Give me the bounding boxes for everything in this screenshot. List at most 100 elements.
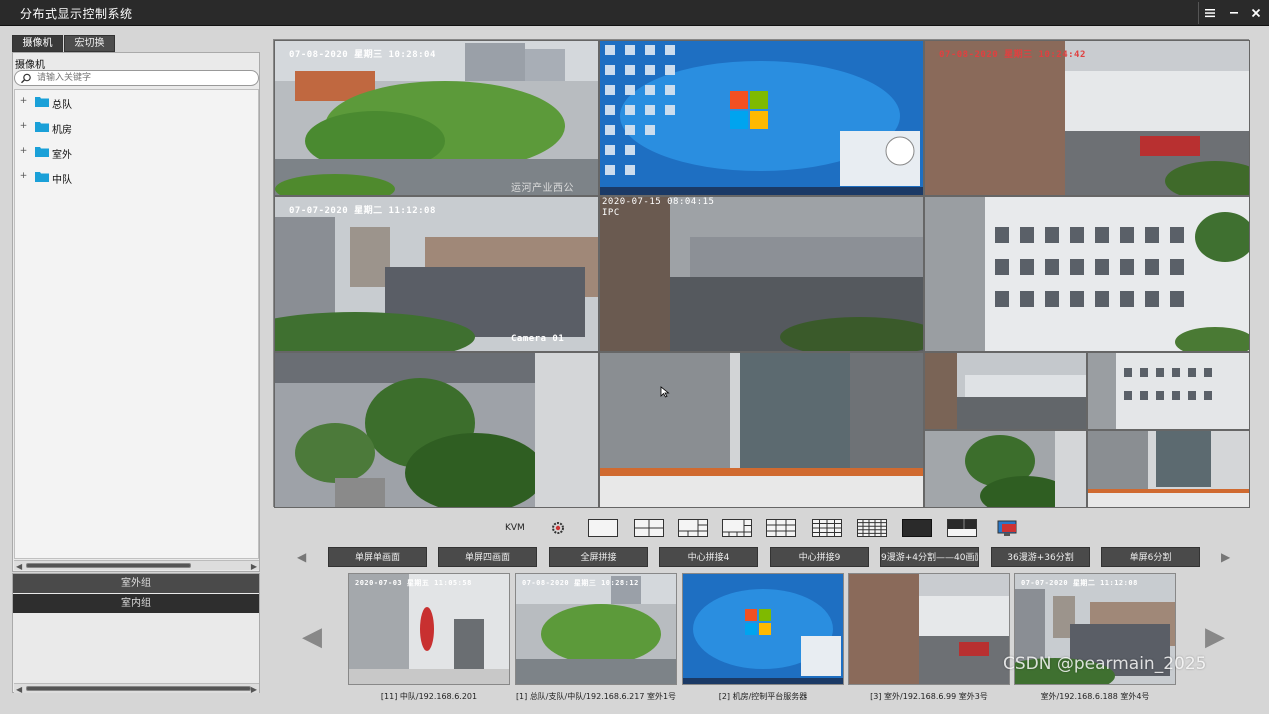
- scroll-left-icon[interactable]: ◀: [16, 562, 22, 571]
- video-cell-5[interactable]: 2020-07-15 08:04:15 IPC: [599, 196, 924, 352]
- tree-item-label: 总队: [52, 100, 72, 111]
- thumbs-next-icon[interactable]: ▶: [1205, 622, 1225, 652]
- thumbnail-osd: 2020-07-03 星期五 11:05:58: [355, 579, 472, 587]
- mode-next-icon[interactable]: ▶: [1221, 550, 1230, 564]
- camera-feed-image: [275, 41, 598, 195]
- expand-icon[interactable]: +: [19, 97, 28, 106]
- search-input[interactable]: [37, 72, 252, 84]
- folder-icon: [35, 97, 49, 107]
- layout-1plus7-icon[interactable]: [722, 519, 752, 537]
- mode-button-5[interactable]: 中心拼接9: [770, 547, 869, 567]
- video-wall: 07-08-2020 星期三 10:28:04 运河产业西公 07-08-202…: [273, 39, 1250, 508]
- layout-1x1-icon[interactable]: [588, 519, 618, 537]
- video-cell-9d[interactable]: [1087, 430, 1250, 508]
- tree-item-server-room[interactable]: + 机房: [19, 119, 219, 137]
- layout-5x5-icon[interactable]: [857, 519, 887, 537]
- settings-gear-icon[interactable]: [548, 519, 578, 537]
- tree-item-label: 机房: [52, 125, 72, 136]
- camera-feed-image: [925, 431, 1086, 507]
- thumbnail-1[interactable]: 2020-07-03 星期五 11:05:58: [348, 573, 510, 685]
- screen-capture-icon[interactable]: [994, 519, 1024, 537]
- mode-button-7[interactable]: 36漫游+36分割: [991, 547, 1090, 567]
- group-scrollbar[interactable]: ◀ ▶: [14, 683, 259, 694]
- camera-feed-image: [925, 353, 1086, 429]
- camera-feed-image: [925, 41, 1249, 195]
- video-cell-3[interactable]: 07-08-2020 星期三 10:24:42: [924, 40, 1250, 196]
- tree-item-squad[interactable]: + 中队: [19, 169, 219, 187]
- camera-osd: 2020-07-15 08:04:15: [602, 197, 715, 207]
- thumbs-prev-icon[interactable]: ◀: [302, 622, 322, 652]
- group-outdoor[interactable]: 室外组: [13, 574, 259, 593]
- camera-feed-image: [925, 197, 1249, 351]
- mode-button-8[interactable]: 单屏6分割: [1101, 547, 1200, 567]
- video-cell-1[interactable]: 07-08-2020 星期三 10:28:04 运河产业西公: [274, 40, 599, 196]
- tree-scrollbar[interactable]: ◀ ▶: [14, 560, 259, 571]
- thumbnail-caption: [2] 机房/控制平台服务器: [718, 692, 808, 701]
- camera-feed-image: [600, 197, 923, 351]
- layout-toolbar: KVM: [500, 519, 1040, 541]
- scroll-thumb[interactable]: [26, 563, 191, 568]
- video-cell-9b[interactable]: [1087, 352, 1250, 430]
- expand-icon[interactable]: +: [19, 147, 28, 156]
- close-icon[interactable]: [1245, 0, 1267, 26]
- mouse-cursor-icon: [660, 386, 670, 398]
- thumbnail-4[interactable]: [848, 573, 1010, 685]
- search-box: [14, 70, 259, 86]
- camera-feed-image: [275, 353, 598, 507]
- scroll-right-icon[interactable]: ▶: [251, 685, 257, 694]
- scroll-left-icon[interactable]: ◀: [16, 685, 22, 694]
- video-cell-6[interactable]: [924, 196, 1250, 352]
- mode-button-2[interactable]: 单屏四画面: [438, 547, 537, 567]
- thumbnail-3[interactable]: [682, 573, 844, 685]
- tree-item-outdoor[interactable]: + 室外: [19, 144, 219, 162]
- mode-button-6[interactable]: 9漫游+4分割——40画面: [880, 547, 979, 567]
- camera-feed-image: [600, 353, 923, 507]
- layout-2x2-icon[interactable]: [634, 519, 664, 537]
- expand-icon[interactable]: +: [19, 122, 28, 131]
- kvm-label[interactable]: KVM: [505, 523, 525, 533]
- camera-caption: Camera 01: [511, 334, 565, 344]
- group-indoor[interactable]: 室内组: [13, 594, 259, 613]
- thumbnail-caption: [11] 中队/192.168.6.201: [380, 692, 478, 701]
- thumbnail-caption: 室外/192.168.6.188 室外4号: [1040, 692, 1150, 701]
- thumbnail-image: [683, 574, 843, 684]
- menu-icon[interactable]: [1199, 0, 1221, 26]
- layout-4x4-icon[interactable]: [812, 519, 842, 537]
- layout-3x3-icon[interactable]: [766, 519, 796, 537]
- camera-osd-sub: IPC: [602, 208, 620, 218]
- thumbnail-caption: [1] 总队/支队/中队/192.168.6.217 室外1号: [515, 692, 677, 701]
- folder-icon: [35, 122, 49, 132]
- thumbnail-2[interactable]: 07-08-2020 星期三 10:28:12: [515, 573, 677, 685]
- minimize-icon[interactable]: [1223, 0, 1245, 26]
- video-cell-9c[interactable]: [924, 430, 1087, 508]
- main-area: 摄像机 宏切换 摄像机 + 总队 + 机房 + 室外: [0, 26, 1269, 714]
- camera-osd: 07-08-2020 星期三 10:24:42: [939, 50, 1086, 60]
- video-cell-4[interactable]: 07-07-2020 星期二 11:12:08 Camera 01: [274, 196, 599, 352]
- camera-feed-image: [1088, 353, 1249, 429]
- camera-thumbnails: ◀ 2020-07-03 星期五 11:05:58 07-08-2020 星期三…: [297, 572, 1237, 712]
- tab-camera[interactable]: 摄像机: [12, 35, 63, 52]
- scroll-right-icon[interactable]: ▶: [251, 562, 257, 571]
- thumbnail-osd: 07-07-2020 星期二 11:12:08: [1021, 579, 1138, 587]
- mode-prev-icon[interactable]: ◀: [297, 550, 306, 564]
- app-title: 分布式显示控制系统: [20, 7, 133, 21]
- tree-item-label: 中队: [52, 175, 72, 186]
- layout-1plus5-icon[interactable]: [678, 519, 708, 537]
- mode-button-4[interactable]: 中心拼接4: [659, 547, 758, 567]
- camera-tree: + 总队 + 机房 + 室外 + 中队: [14, 89, 259, 559]
- video-cell-9a[interactable]: [924, 352, 1087, 430]
- title-bar: 分布式显示控制系统: [0, 0, 1269, 26]
- section-label: 摄像机: [15, 60, 45, 71]
- tree-item-label: 室外: [52, 150, 72, 161]
- layout-dark-icon[interactable]: [902, 519, 932, 537]
- video-cell-2[interactable]: [599, 40, 924, 196]
- mode-button-3[interactable]: 全屏拼接: [549, 547, 648, 567]
- expand-icon[interactable]: +: [19, 172, 28, 181]
- scroll-thumb[interactable]: [26, 686, 251, 691]
- video-cell-8[interactable]: [599, 352, 924, 508]
- video-cell-7[interactable]: [274, 352, 599, 508]
- layout-pip-icon[interactable]: [947, 519, 977, 537]
- tab-macro-switch[interactable]: 宏切换: [64, 35, 115, 52]
- tree-item-general-team[interactable]: + 总队: [19, 94, 219, 112]
- mode-button-1[interactable]: 单屏单画面: [328, 547, 427, 567]
